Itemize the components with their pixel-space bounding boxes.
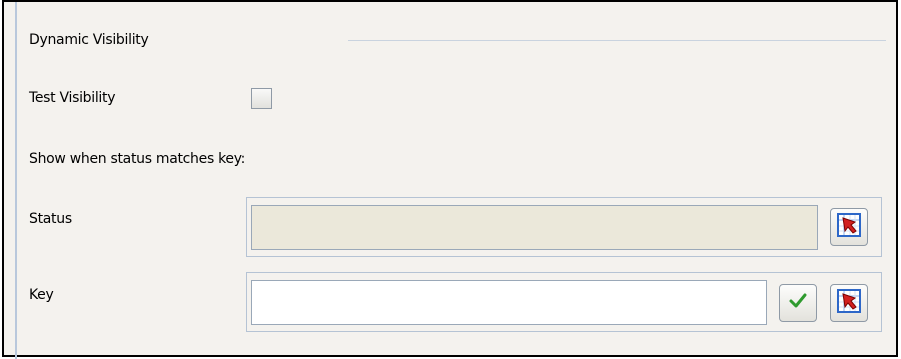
pick-element-icon bbox=[836, 212, 862, 242]
status-pick-button[interactable] bbox=[830, 208, 868, 246]
instruction-text: Show when status matches key: bbox=[29, 151, 246, 167]
checkmark-icon bbox=[788, 291, 808, 315]
key-group bbox=[246, 272, 882, 332]
key-validate-button[interactable] bbox=[779, 284, 817, 322]
test-visibility-label: Test Visibility bbox=[29, 90, 116, 106]
key-label: Key bbox=[29, 287, 54, 303]
status-group bbox=[246, 197, 882, 257]
section-title: Dynamic Visibility bbox=[29, 32, 149, 48]
dynamic-visibility-panel: Dynamic Visibility Test Visibility Show … bbox=[2, 0, 898, 359]
panel-edge bbox=[15, 2, 17, 359]
section-divider bbox=[348, 40, 886, 41]
status-label: Status bbox=[29, 211, 72, 227]
status-field[interactable] bbox=[251, 205, 818, 250]
test-visibility-checkbox[interactable] bbox=[251, 88, 272, 109]
pick-element-icon bbox=[836, 288, 862, 318]
key-input[interactable] bbox=[251, 280, 767, 325]
key-pick-button[interactable] bbox=[830, 284, 868, 322]
